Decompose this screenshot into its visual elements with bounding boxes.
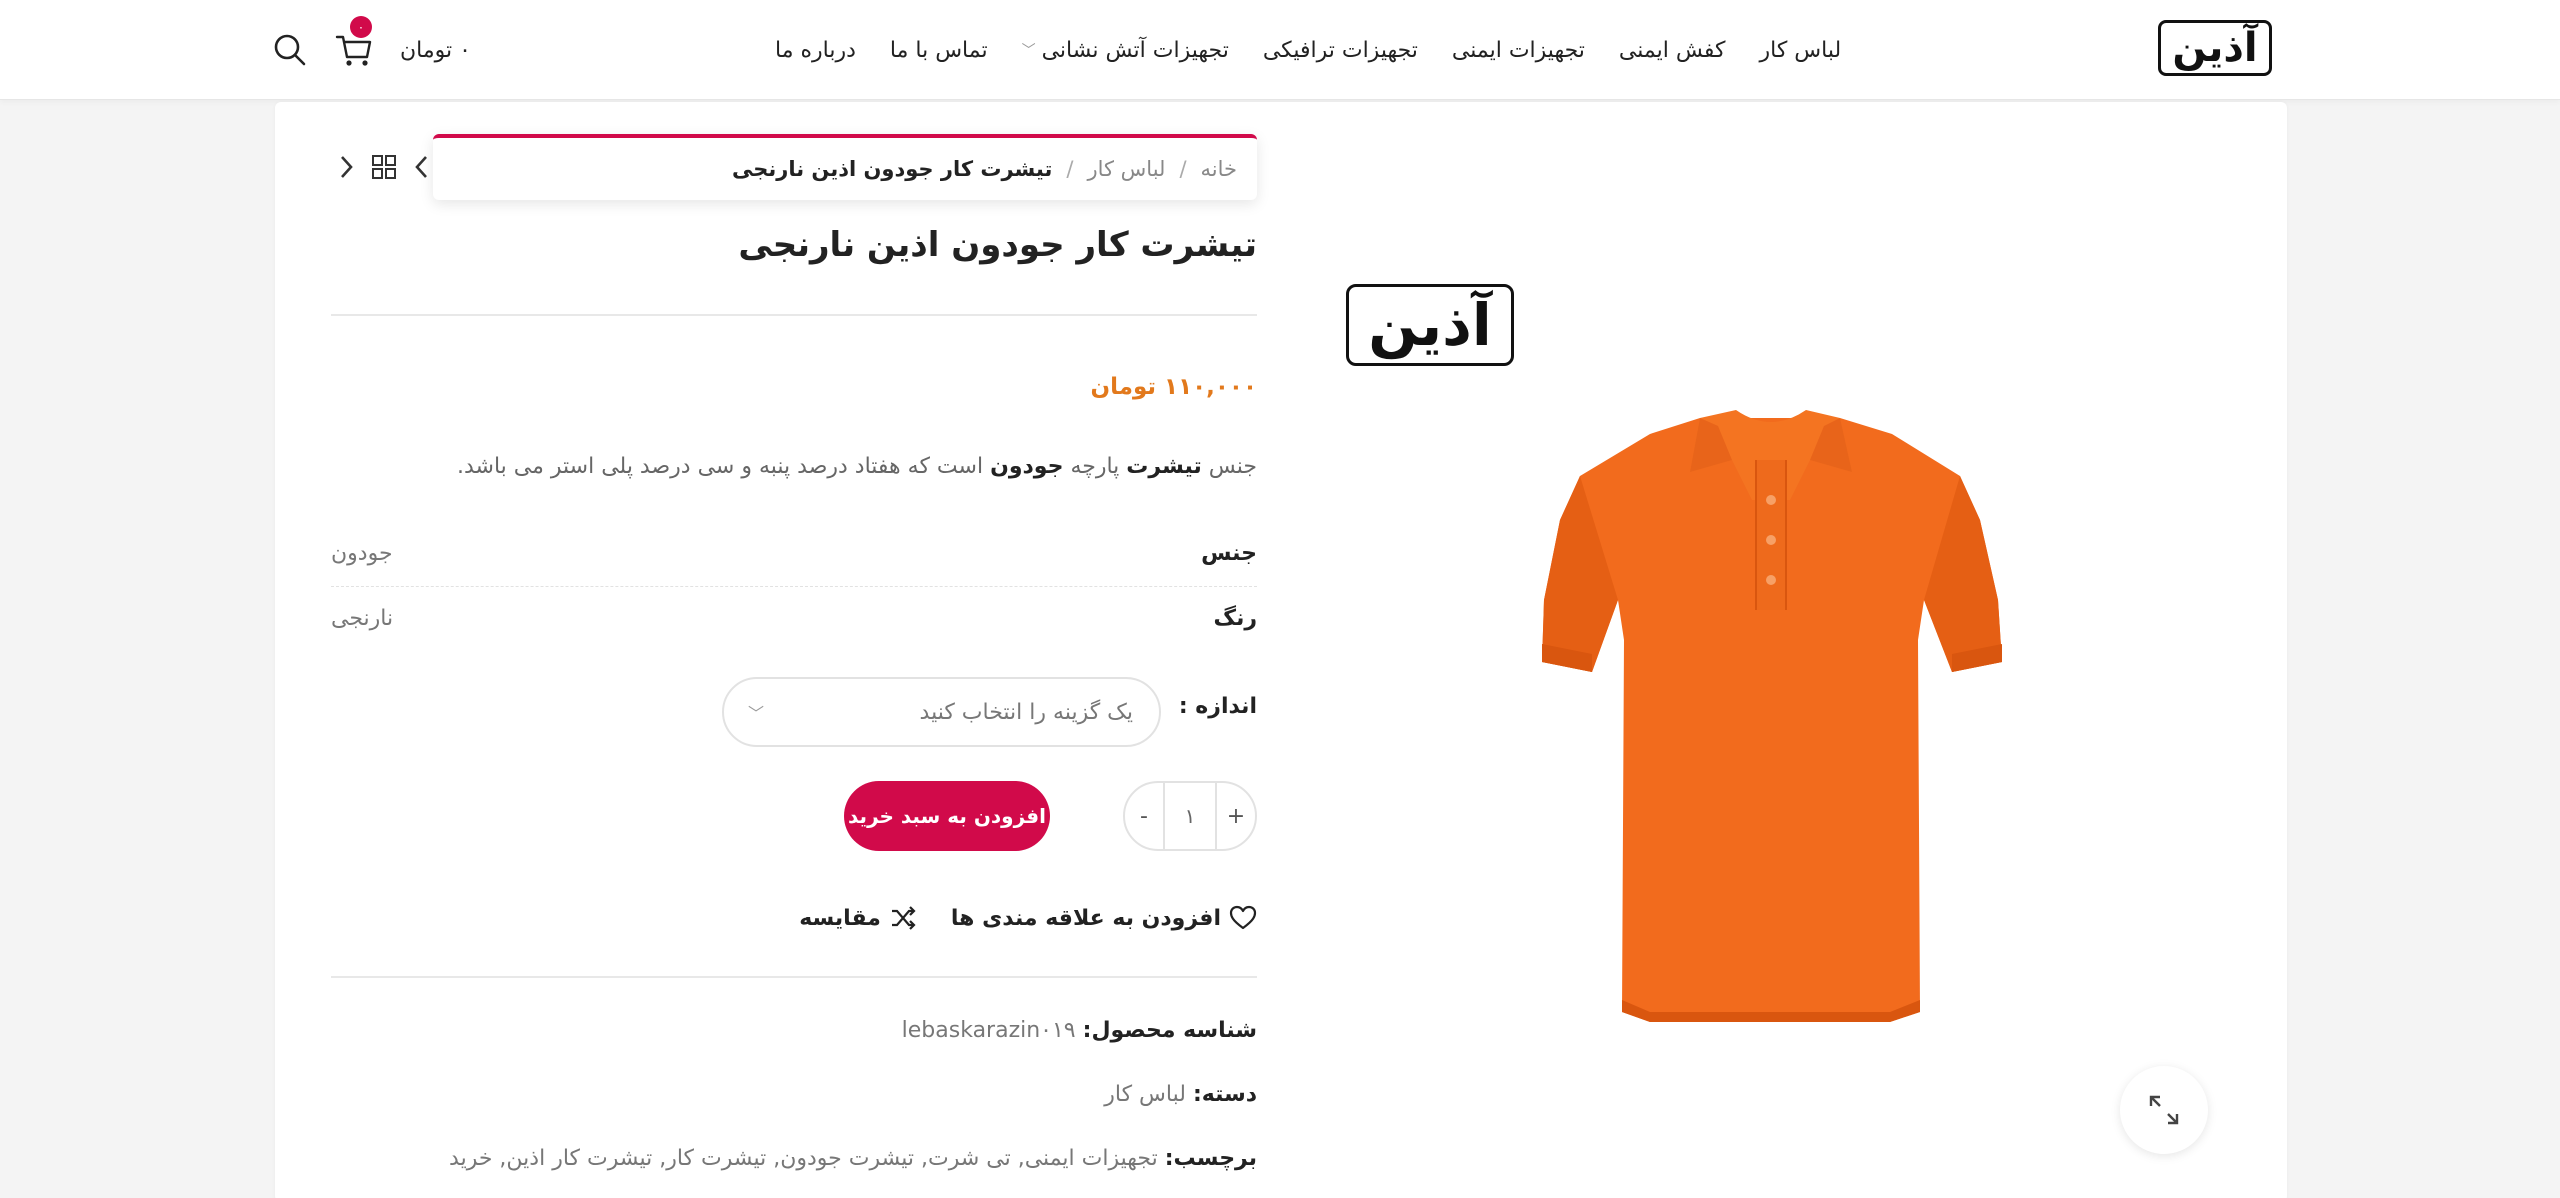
divider — [331, 976, 1257, 978]
product-title: تیشرت کار جودون اذین نارنجی — [738, 225, 1257, 265]
divider — [331, 586, 1257, 587]
product-navigation — [336, 150, 432, 184]
nav-item-work-clothes[interactable]: لباس کار — [1760, 38, 1842, 63]
breadcrumb-separator: / — [1179, 157, 1187, 181]
product-tags: برچسب: تجهیزات ایمنی, تی شرت, تیشرت جودو… — [331, 1146, 1257, 1171]
product-description: جنس تیشرت پارچه جودون است که هفتاد درصد … — [331, 454, 1257, 479]
nav-label: تجهیزات آتش نشانی — [1041, 37, 1229, 63]
chevron-down-icon: ﹀ — [1021, 43, 1036, 59]
product-image-logo: آذین — [1346, 284, 1514, 366]
nav-item-safety-equipment[interactable]: تجهیزات ایمنی — [1452, 38, 1585, 63]
desc-text: پارچه — [1063, 454, 1127, 479]
sku-label: شناسه محصول: — [1082, 1018, 1257, 1043]
cart-count-badge: ۰ — [350, 16, 372, 38]
nav-label: درباره ما — [775, 37, 856, 63]
nav-item-safety-shoes[interactable]: کفش ایمنی — [1619, 38, 1726, 63]
breadcrumb-separator: / — [1066, 157, 1074, 181]
desc-bold: تیشرت — [1126, 454, 1202, 479]
expand-icon — [2149, 1095, 2179, 1125]
size-select[interactable]: یک گزینه را انتخاب کنید ﹀ — [722, 677, 1161, 747]
divider — [331, 314, 1257, 316]
grid-icon[interactable] — [371, 154, 397, 180]
attribute-row-color: رنگ نارنجی — [331, 593, 1257, 643]
compare-label: مقایسه — [799, 905, 881, 931]
chevron-down-icon: ﹀ — [748, 704, 765, 723]
nav-label: کفش ایمنی — [1618, 37, 1726, 63]
breadcrumb-category[interactable]: لباس کار — [1087, 157, 1165, 181]
wishlist-label: افزودن به علاقه مندی ها — [950, 905, 1221, 931]
header-tools: ۰ ۰ تومان — [272, 0, 492, 100]
breadcrumb-home[interactable]: خانه — [1201, 157, 1237, 181]
chevron-right-icon[interactable] — [336, 153, 356, 181]
nav-label: تجهیزات ایمنی — [1451, 37, 1585, 63]
shuffle-icon — [891, 906, 916, 930]
desc-text: جنس — [1201, 454, 1257, 479]
category-link[interactable]: لباس کار — [1104, 1082, 1186, 1107]
wishlist-button[interactable]: افزودن به علاقه مندی ها — [951, 905, 1257, 931]
tags-label: برچسب: — [1164, 1146, 1257, 1171]
product-actions: افزودن به علاقه مندی ها مقایسه — [799, 898, 1257, 938]
breadcrumb-current: تیشرت کار جودون اذین نارنجی — [732, 157, 1053, 181]
add-to-cart-button[interactable]: افزودن به سبد خرید — [844, 781, 1050, 851]
category-label: دسته: — [1192, 1082, 1257, 1107]
tags-links[interactable]: تجهیزات ایمنی, تی شرت, تیشرت جودون, تیشر… — [449, 1146, 1158, 1171]
chevron-left-icon[interactable] — [412, 153, 432, 181]
attribute-row-material: جنس جودون — [331, 528, 1257, 578]
nav-item-traffic-equipment[interactable]: تجهیزات ترافیکی — [1263, 38, 1418, 63]
size-label: اندازه : — [1178, 694, 1257, 719]
search-icon[interactable] — [272, 32, 308, 68]
main-nav: لباس کار کفش ایمنی تجهیزات ایمنی تجهیزات… — [775, 0, 1841, 100]
site-header: آذین لباس کار کفش ایمنی تجهیزات ایمنی تج… — [0, 0, 2560, 100]
nav-item-contact[interactable]: تماس با ما — [890, 38, 988, 63]
quantity-input[interactable]: ۱ — [1163, 783, 1217, 849]
compare-button[interactable]: مقایسه — [799, 904, 917, 932]
attribute-key: جنس — [1201, 540, 1257, 566]
desc-text: است که هفتاد درصد پنبه و سی درصد پلی است… — [456, 454, 991, 479]
product-image[interactable] — [1540, 400, 2006, 1025]
heart-icon — [1229, 905, 1257, 930]
attribute-value: نارنجی — [331, 605, 394, 631]
zoom-button[interactable] — [2120, 1066, 2208, 1154]
site-logo[interactable]: آذین — [2158, 20, 2272, 76]
size-select-placeholder: یک گزینه را انتخاب کنید — [919, 699, 1133, 725]
nav-item-about[interactable]: درباره ما — [775, 38, 856, 63]
cart-button[interactable]: ۰ — [334, 16, 374, 70]
nav-label: لباس کار — [1759, 37, 1842, 63]
product-sku: شناسه محصول: lebaskarazin۰۱۹ — [331, 1018, 1257, 1043]
breadcrumb: خانه / لباس کار / تیشرت کار جودون اذین ن… — [433, 134, 1257, 200]
nav-label: تماس با ما — [889, 37, 988, 63]
product-price: ۱۱۰,۰۰۰ تومان — [1090, 374, 1257, 400]
attribute-key: رنگ — [1213, 605, 1257, 631]
nav-label: تجهیزات ترافیکی — [1262, 37, 1418, 63]
attribute-value: جودون — [331, 540, 393, 566]
cart-total: ۰ تومان — [400, 37, 471, 63]
nav-item-firefighting-equipment[interactable]: تجهیزات آتش نشانی ﹀ — [1022, 38, 1229, 63]
desc-bold: جودون — [990, 454, 1064, 479]
sku-value: lebaskarazin۰۱۹ — [901, 1018, 1076, 1043]
product-category: دسته: لباس کار — [331, 1082, 1257, 1107]
quantity-stepper: - ۱ + — [1123, 781, 1257, 851]
